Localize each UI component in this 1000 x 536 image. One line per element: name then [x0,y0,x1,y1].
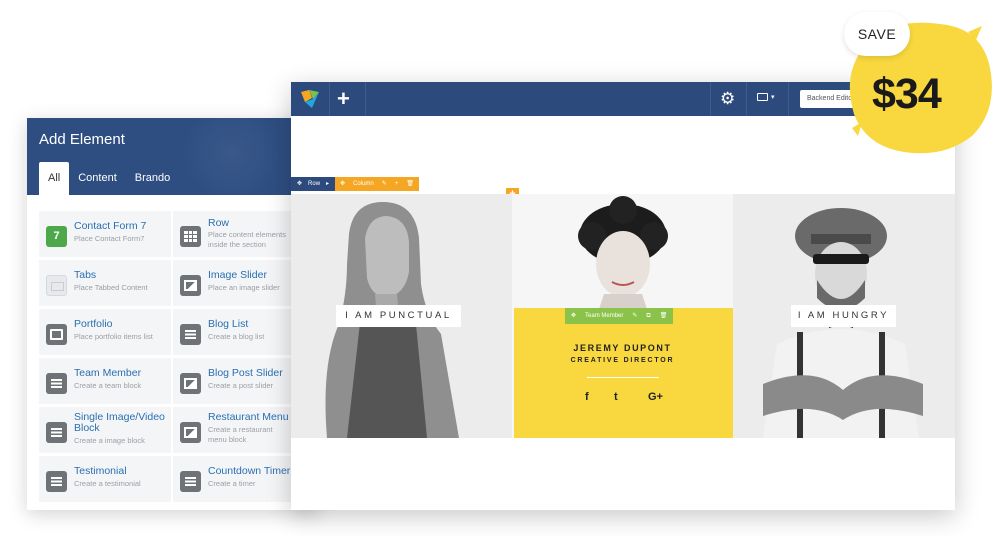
stage: Add Element All Content Brando 7 Contact… [0,0,1000,536]
team-card-punctual: I AM PUNCTUAL [291,194,512,438]
toolbar-separator [710,82,711,116]
save-badge: SAVE [844,12,910,56]
member-name: JEREMY DUPONT [573,343,672,353]
element-name: Blog Post Slider [208,367,283,379]
toolbar-separator [788,82,789,116]
move-icon[interactable]: ✥ [571,308,576,324]
google-plus-icon[interactable]: G+ [648,391,663,403]
element-name: Image Slider [208,269,267,281]
price-label: $34 [872,70,942,118]
element-name: Restaurant Menu [208,411,289,423]
vc-logo-icon[interactable] [301,90,321,108]
team-member-tag-label: Team Member [585,313,624,319]
chevron-right-icon[interactable]: ▸ [326,177,329,191]
element-name: Blog List [208,318,249,330]
element-image-slider[interactable]: Image Slider Place an image slider [173,260,305,306]
card-label: I AM HUNGRY [791,305,896,327]
blog-post-slider-icon [180,373,201,394]
move-icon[interactable]: ✥ [297,177,302,191]
row-grid-icon [180,226,201,247]
tab-content[interactable]: Content [69,162,126,195]
element-name: Portfolio [74,318,113,330]
contact-form-icon: 7 [46,226,67,247]
testimonial-icon [46,471,67,492]
element-countdown-timer[interactable]: Countdown Timer Create a timer [173,456,305,502]
tabs-icon [46,275,67,296]
element-single-image-video[interactable]: Single Image/Video Block Create a image … [39,407,171,453]
element-desc: Create a restaurant menu block [208,425,273,444]
element-name: Single Image/Video Block [74,411,165,434]
element-row[interactable]: Row Place content elements inside the se… [173,211,305,257]
member-info-block [514,308,733,438]
single-image-icon [46,422,67,443]
twitter-icon[interactable]: t [614,391,618,403]
element-desc: Place Tabbed Content [74,283,148,292]
element-portfolio[interactable]: Portfolio Place portfolio items list [39,309,171,355]
facebook-icon[interactable]: f [585,391,589,403]
element-desc: Create a testimonial [74,479,141,488]
element-desc: Place an image slider [208,283,280,292]
team-card-hungry: I AM HUNGRY [733,194,955,438]
row-tag[interactable]: ✥ Row ▸ [291,177,336,191]
gear-icon[interactable]: ⚙ [720,89,735,109]
restaurant-menu-icon [180,422,201,443]
row-label: Row [308,181,321,187]
element-desc: Place Contact Form7 [74,234,145,243]
divider [587,377,659,378]
element-tabs[interactable]: Tabs Place Tabbed Content [39,260,171,306]
team-card-jeremy: ✥ Team Member ✎ ⧉ 🗑 JEREMY DUPONT CREATI… [512,194,733,438]
element-blog-list[interactable]: Blog List Create a blog list [173,309,305,355]
blog-list-icon [180,324,201,345]
panel-tabs: All Content Brando [39,162,179,195]
toolbar-separator [365,82,366,116]
row-controls: ✥ Row ▸ ✥ Column ✎ + 🗑 [291,177,419,191]
element-testimonial[interactable]: Testimonial Create a testimonial [39,456,171,502]
plus-icon[interactable]: + [395,177,399,191]
add-element-plus-icon[interactable]: + [337,86,350,112]
monitor-icon[interactable] [757,93,768,101]
element-desc: Place content elements inside the sectio… [208,230,286,249]
element-desc: Create a timer [208,479,256,488]
column-tag[interactable]: ✥ Column ✎ + 🗑 [335,177,419,191]
trash-icon[interactable]: 🗑 [660,308,668,324]
element-name: Team Member [74,367,142,379]
toolbar-separator [746,82,747,116]
element-desc: Create a blog list [208,332,265,341]
pencil-icon[interactable]: ✎ [382,177,387,191]
countdown-timer-icon [180,471,201,492]
element-blog-post-slider[interactable]: Blog Post Slider Create a post slider [173,358,305,404]
column-label: Column [353,181,374,187]
element-name: Contact Form 7 [74,220,147,232]
element-desc: Create a team block [74,381,142,390]
card-label: I AM PUNCTUAL [336,305,461,327]
team-member-tag[interactable]: ✥ Team Member ✎ ⧉ 🗑 [565,308,674,324]
copy-icon[interactable]: ⧉ [646,308,650,324]
element-restaurant-menu[interactable]: Restaurant Menu Create a restaurant menu… [173,407,305,453]
element-name: Row [208,217,230,229]
tab-all[interactable]: All [39,162,70,195]
element-desc: Create a image block [74,436,145,445]
element-desc: Create a post slider [208,381,274,390]
element-name: Countdown Timer [208,465,291,477]
element-name: Tabs [74,269,97,281]
team-cards: I AM PUNCTUAL ✥ Team Member ✎ ⧉ 🗑 JEREMY… [291,194,955,438]
toolbar-separator [329,82,330,116]
element-desc: Place portfolio items list [74,332,153,341]
pencil-icon[interactable]: ✎ [632,308,637,324]
chevron-down-icon[interactable]: ▾ [771,93,775,101]
move-icon[interactable]: ✥ [340,177,345,191]
element-contact-form-7[interactable]: 7 Contact Form 7 Place Contact Form7 [39,211,171,257]
trash-icon[interactable]: 🗑 [406,177,414,191]
image-slider-icon [180,275,201,296]
tab-brando[interactable]: Brando [126,162,179,195]
panel-header: Add Element All Content Brando [27,118,317,198]
element-team-member[interactable]: Team Member Create a team block [39,358,171,404]
member-role: CREATIVE DIRECTOR [570,357,675,364]
panel-title: Add Element [39,131,125,148]
add-element-panel: Add Element All Content Brando 7 Contact… [27,118,317,510]
team-member-icon [46,373,67,394]
element-name: Testimonial [74,465,127,477]
portfolio-icon [46,324,67,345]
